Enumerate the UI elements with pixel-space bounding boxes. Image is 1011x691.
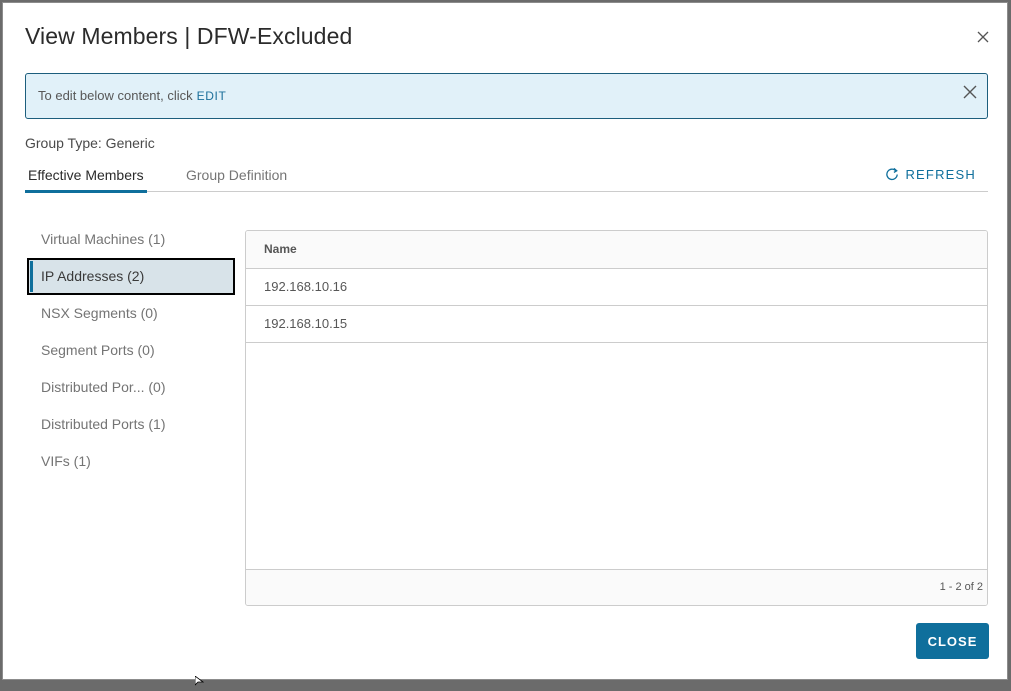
refresh-icon (886, 167, 899, 181)
alert-message: To edit below content, click EDIT (38, 88, 226, 103)
view-members-dialog: View Members | DFW-Excluded To edit belo… (2, 2, 1008, 680)
column-header-name[interactable]: Name (246, 231, 987, 269)
table-row[interactable]: 192.168.10.16 (246, 269, 987, 306)
alert-text: To edit below content, click (38, 88, 193, 103)
refresh-button[interactable]: REFRESH (885, 167, 976, 182)
member-type-ip-addresses[interactable]: IP Addresses (2) (27, 258, 235, 295)
member-type-distributed-ports[interactable]: Distributed Ports (1) (27, 406, 235, 443)
table-row[interactable]: 192.168.10.15 (246, 306, 987, 343)
mouse-cursor-icon (194, 673, 205, 691)
grid-pagination: 1 - 2 of 2 (246, 569, 987, 605)
alert-close-icon[interactable] (963, 85, 977, 99)
group-type-label: Group Type: Generic (25, 135, 155, 151)
tab-bar: Effective Members Group Definition REFRE… (25, 163, 988, 193)
refresh-label: REFRESH (905, 167, 976, 182)
info-alert: To edit below content, click EDIT (25, 73, 988, 119)
member-type-list: Virtual Machines (1) IP Addresses (2) NS… (27, 221, 235, 480)
member-type-nsx-segments[interactable]: NSX Segments (0) (27, 295, 235, 332)
member-type-virtual-machines[interactable]: Virtual Machines (1) (27, 221, 235, 258)
members-grid: Name 192.168.10.16 192.168.10.15 1 - 2 o… (245, 230, 988, 606)
member-type-segment-ports[interactable]: Segment Ports (0) (27, 332, 235, 369)
tab-effective-members[interactable]: Effective Members (25, 167, 147, 193)
close-icon[interactable] (975, 29, 991, 45)
close-button[interactable]: CLOSE (916, 623, 989, 659)
edit-link[interactable]: EDIT (197, 89, 227, 103)
member-type-vifs[interactable]: VIFs (1) (27, 443, 235, 480)
member-type-distributed-port-groups[interactable]: Distributed Por... (0) (27, 369, 235, 406)
tab-group-definition[interactable]: Group Definition (183, 167, 290, 190)
dialog-title: View Members | DFW-Excluded (25, 23, 353, 49)
